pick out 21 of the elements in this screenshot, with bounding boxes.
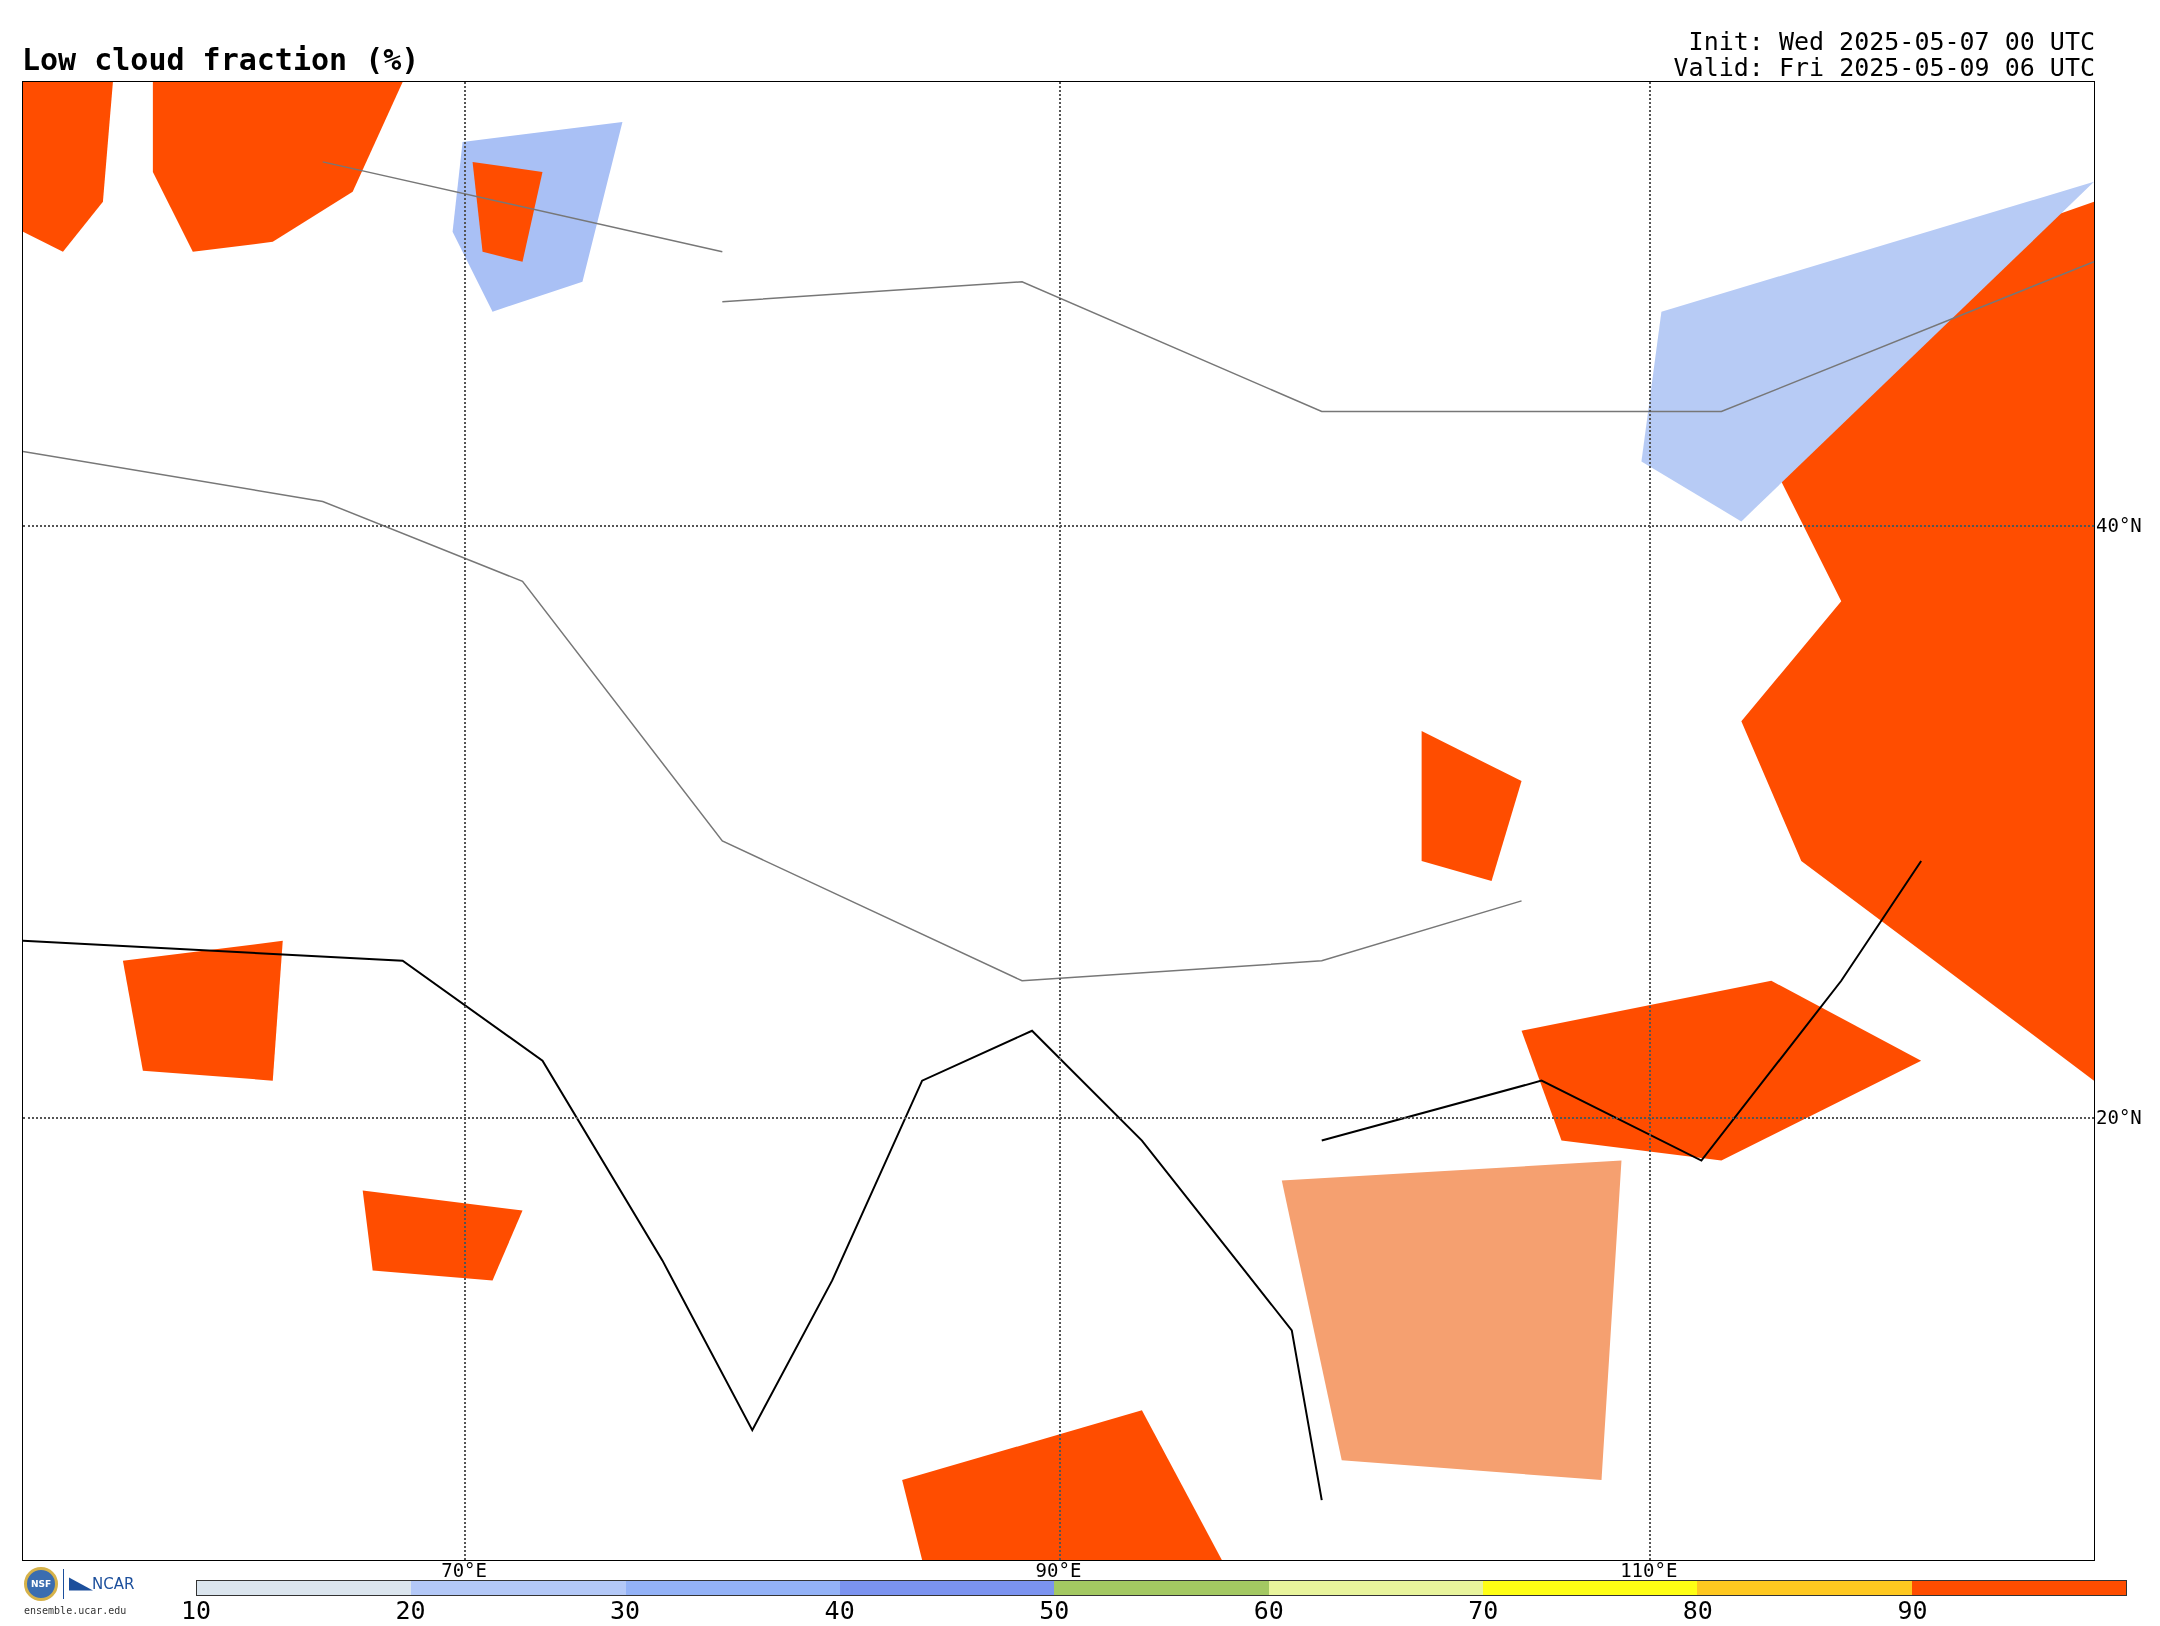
run-time-label: Valid: Fri 2025-05-09 06 UTC bbox=[1673, 55, 2095, 81]
triangle-logo-icon bbox=[69, 1576, 93, 1592]
scale-tick-label: 40 bbox=[824, 1597, 855, 1625]
scale-tick-label: 30 bbox=[610, 1597, 641, 1625]
run-time-label: Init: Wed 2025-05-07 00 UTC bbox=[1688, 29, 2095, 55]
website-label: ensemble.ucar.edu bbox=[24, 1605, 128, 1616]
seal-logo: NSF bbox=[24, 1567, 58, 1601]
scale-tick-label: 50 bbox=[1039, 1597, 1070, 1625]
longitude-label: 90°E bbox=[1035, 1560, 1082, 1580]
logo-name: NCAR bbox=[92, 1575, 135, 1593]
latitude-label: 40°N bbox=[2095, 514, 2142, 537]
scale-tick-label: 90 bbox=[1897, 1597, 1928, 1625]
scale-tick-label: 20 bbox=[395, 1597, 426, 1625]
latitude-label: 20°N bbox=[2095, 1105, 2142, 1128]
scale-tick-label: 80 bbox=[1682, 1597, 1713, 1625]
scale-tick-label: 70 bbox=[1468, 1597, 1499, 1625]
scale-tick-label: 10 bbox=[180, 1597, 212, 1625]
longitude-label: 70°E bbox=[441, 1560, 487, 1580]
scale-tick-label: 60 bbox=[1253, 1597, 1284, 1625]
longitude-label: 110°E bbox=[1620, 1560, 1678, 1580]
chart-title: Low cloud fraction (%) bbox=[22, 42, 420, 77]
